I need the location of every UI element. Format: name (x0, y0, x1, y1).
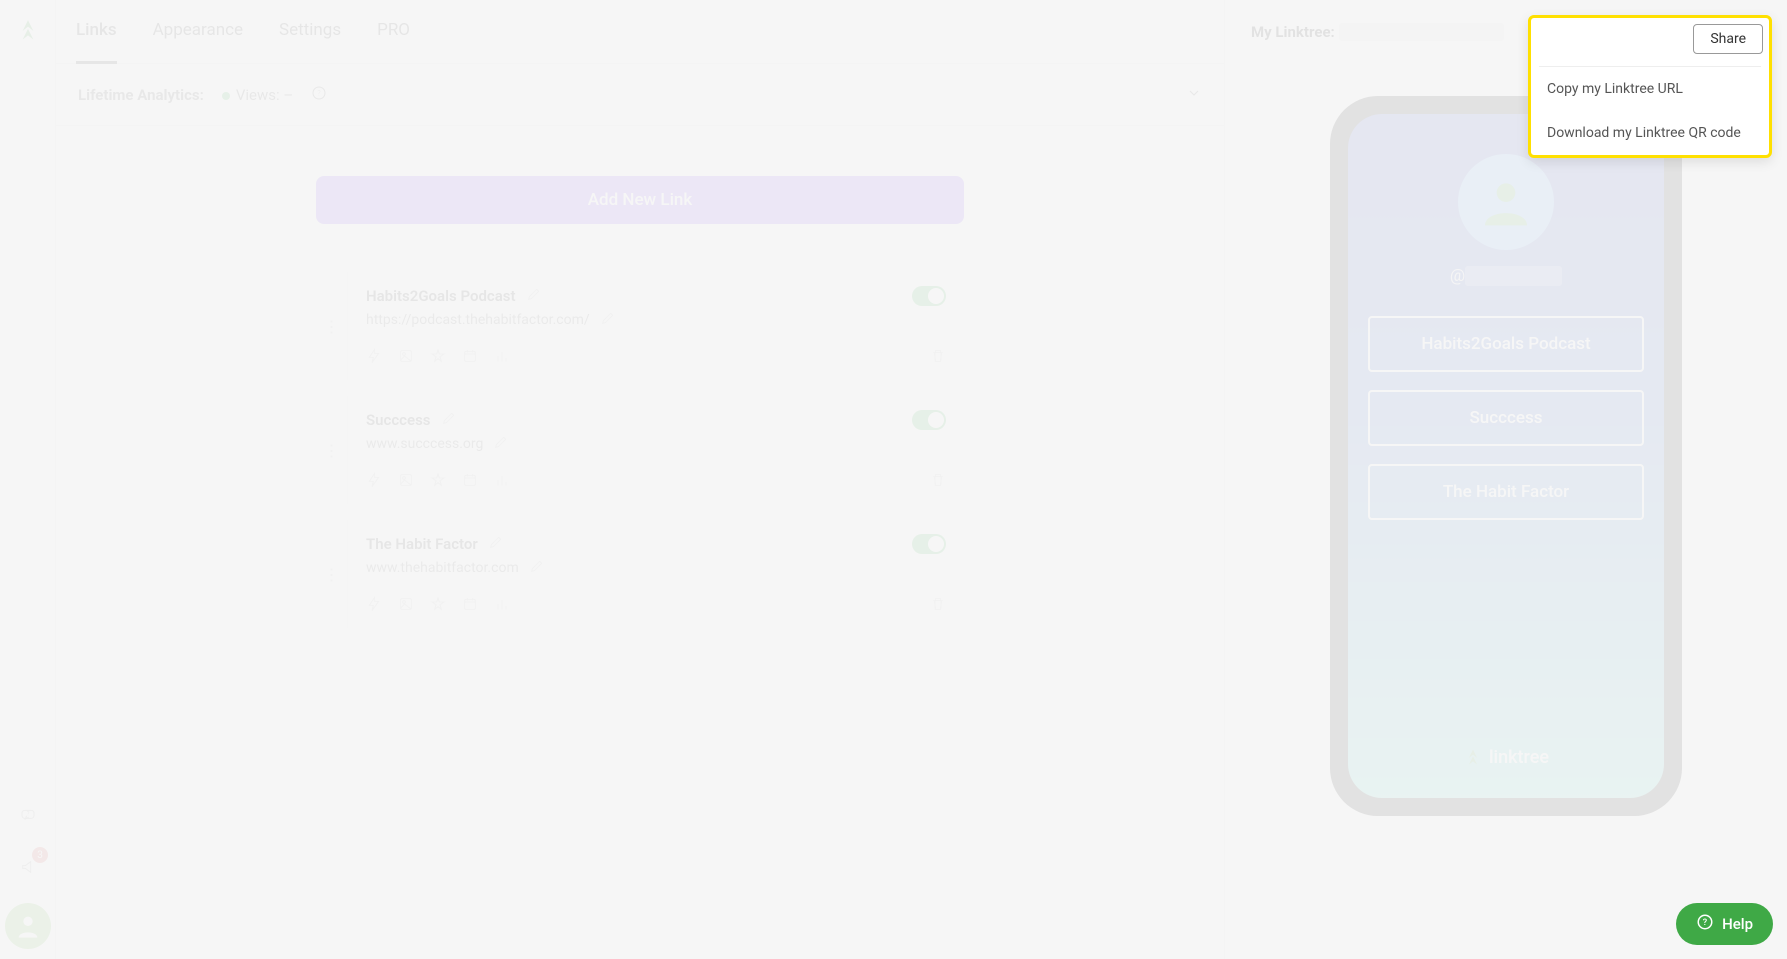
preview-link-button[interactable]: Succcess (1368, 390, 1644, 446)
preview-link-button[interactable]: Habits2Goals Podcast (1368, 316, 1644, 372)
calendar-icon[interactable] (462, 348, 478, 368)
tab-links[interactable]: Links (76, 0, 117, 64)
star-icon[interactable] (430, 596, 446, 616)
star-icon[interactable] (430, 472, 446, 492)
download-qr-item[interactable]: Download my Linktree QR code (1531, 111, 1769, 155)
bolt-icon[interactable] (366, 472, 382, 492)
add-new-link-button[interactable]: Add New Link (316, 176, 964, 224)
calendar-icon[interactable] (462, 472, 478, 492)
image-icon[interactable] (398, 472, 414, 492)
bolt-icon[interactable] (366, 348, 382, 368)
pencil-icon[interactable] (493, 434, 509, 454)
analytics-label: Lifetime Analytics: (78, 86, 204, 104)
copy-url-item[interactable]: Copy my Linktree URL (1531, 67, 1769, 111)
my-linktree-label: My Linktree: (1251, 23, 1335, 41)
drag-handle-icon[interactable]: ⋮ (316, 396, 348, 504)
linktree-brand: linktree (1463, 747, 1549, 768)
person-icon (1458, 154, 1554, 250)
chevron-down-icon[interactable] (1186, 85, 1202, 105)
views-count: Views: – (236, 86, 293, 104)
help-circle-icon: ? (1696, 913, 1714, 935)
pencil-icon[interactable] (526, 286, 542, 306)
link-card: ⋮ Succcess www.succcess.org (316, 396, 964, 504)
chart-icon[interactable] (494, 596, 510, 616)
pencil-icon[interactable] (600, 310, 616, 330)
main-tabs: Links Appearance Settings PRO (56, 0, 1224, 64)
chart-icon[interactable] (494, 472, 510, 492)
left-nav-rail: ? 3 (0, 0, 56, 959)
star-icon[interactable] (430, 348, 446, 368)
tab-settings[interactable]: Settings (279, 0, 341, 64)
linktree-url[interactable]: hidden (1339, 23, 1504, 41)
profile-username: @user (1450, 266, 1562, 286)
help-icon[interactable]: ? (311, 85, 327, 105)
preview-link-button[interactable]: The Habit Factor (1368, 464, 1644, 520)
trash-icon[interactable] (930, 473, 946, 492)
link-url: https://podcast.thehabitfactor.com/ (366, 312, 590, 328)
linktree-logo-icon[interactable] (15, 18, 41, 48)
image-icon[interactable] (398, 348, 414, 368)
pencil-icon[interactable] (488, 534, 504, 554)
link-card: ⋮ The Habit Factor www.thehabitfactor.co… (316, 520, 964, 628)
pencil-icon[interactable] (529, 558, 545, 578)
notification-badge: 3 (32, 847, 48, 863)
drag-handle-icon[interactable]: ⋮ (316, 520, 348, 628)
trash-icon[interactable] (930, 349, 946, 368)
announcements-icon[interactable]: 3 (12, 851, 44, 883)
link-url: www.thehabitfactor.com (366, 560, 519, 576)
link-title: The Habit Factor (366, 535, 478, 553)
drag-handle-icon[interactable]: ⋮ (316, 272, 348, 380)
image-icon[interactable] (398, 596, 414, 616)
user-avatar[interactable] (5, 903, 51, 949)
svg-text:?: ? (27, 811, 30, 818)
status-dot-icon (222, 92, 230, 100)
help-bubble-icon[interactable]: ? (12, 799, 44, 831)
link-url: www.succcess.org (366, 436, 483, 452)
chart-icon[interactable] (494, 348, 510, 368)
share-dropdown: Share Copy my Linktree URL Download my L… (1528, 15, 1772, 158)
link-title: Succcess (366, 411, 431, 429)
trash-icon[interactable] (930, 597, 946, 616)
bolt-icon[interactable] (366, 596, 382, 616)
link-toggle[interactable] (912, 286, 946, 306)
link-toggle[interactable] (912, 534, 946, 554)
link-toggle[interactable] (912, 410, 946, 430)
pencil-icon[interactable] (441, 410, 457, 430)
link-title: Habits2Goals Podcast (366, 287, 516, 305)
analytics-bar[interactable]: Lifetime Analytics: Views: – ? (56, 64, 1224, 126)
calendar-icon[interactable] (462, 596, 478, 616)
svg-text:?: ? (317, 88, 321, 97)
link-card: ⋮ Habits2Goals Podcast https://podcast.t… (316, 272, 964, 380)
help-button[interactable]: ? Help (1676, 903, 1773, 945)
phone-preview: @user Habits2Goals Podcast Succcess The … (1330, 96, 1682, 816)
tab-appearance[interactable]: Appearance (153, 0, 243, 64)
share-button[interactable]: Share (1693, 24, 1763, 54)
svg-text:?: ? (1703, 918, 1708, 928)
editor-pane: Links Appearance Settings PRO Lifetime A… (56, 0, 1225, 959)
tab-pro[interactable]: PRO (377, 0, 410, 64)
